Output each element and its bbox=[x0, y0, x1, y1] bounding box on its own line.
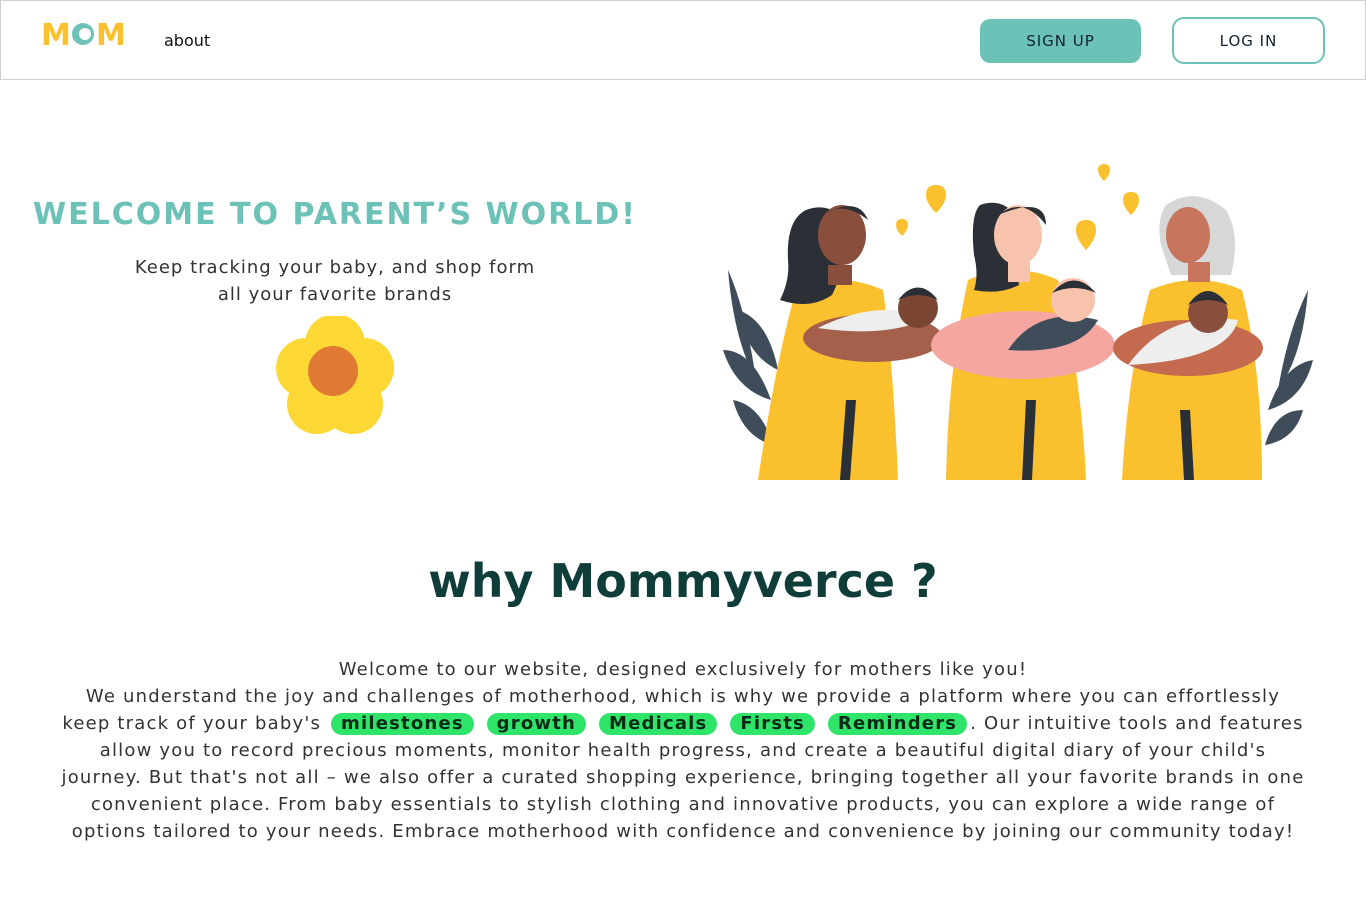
svg-text:M: M bbox=[96, 19, 125, 49]
nav-link-about[interactable]: about bbox=[164, 31, 210, 50]
mom-logo[interactable]: M M bbox=[41, 19, 125, 49]
signup-button[interactable]: SIGN UP bbox=[980, 19, 1141, 63]
hero-subtitle: Keep tracking your baby, and shop form a… bbox=[100, 254, 570, 308]
hero-title: WELCOME TO PARENT’S WORLD! bbox=[33, 197, 637, 232]
top-navbar: M M about SIGN UP LOG IN bbox=[0, 0, 1366, 80]
why-section-title: why Mommyverce ? bbox=[428, 554, 938, 608]
why-paragraph: We understand the joy and challenges of … bbox=[60, 683, 1306, 845]
nurses-with-babies-illustration bbox=[723, 164, 1313, 480]
flower-icon bbox=[276, 316, 394, 434]
hero-subtitle-line1: Keep tracking your baby, and shop form bbox=[134, 257, 536, 278]
why-section-text: Welcome to our website, designed exclusi… bbox=[60, 656, 1306, 845]
why-intro-line: Welcome to our website, designed exclusi… bbox=[338, 659, 1028, 680]
svg-text:M: M bbox=[41, 19, 71, 49]
hero-subtitle-line2: all your favorite brands bbox=[217, 284, 453, 305]
tag-growth: growth bbox=[486, 713, 587, 735]
tag-reminders: Reminders bbox=[827, 713, 968, 735]
login-button[interactable]: LOG IN bbox=[1172, 17, 1325, 64]
tag-firsts: Firsts bbox=[730, 713, 815, 735]
tag-medicals: Medicals bbox=[598, 713, 718, 735]
tag-milestones: milestones bbox=[331, 713, 474, 735]
